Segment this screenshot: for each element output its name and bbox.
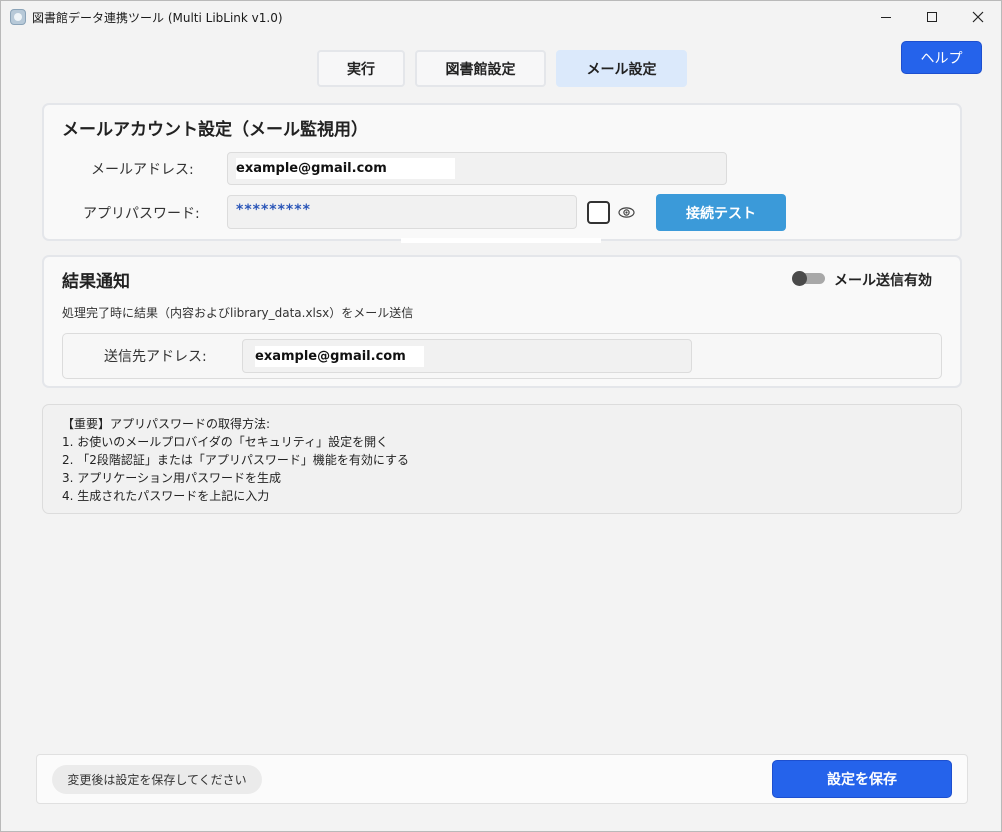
window-title: 図書館データ連携ツール (Multi LibLink v1.0) (32, 11, 283, 25)
tab-mail-settings[interactable]: メール設定 (556, 50, 687, 87)
show-password-checkbox[interactable] (587, 201, 610, 224)
info-line: 2. 「2段階認証」または「アプリパスワード」機能を有効にする (62, 453, 410, 467)
recipient-value: example@gmail.com (255, 345, 424, 367)
save-hint: 変更後は設定を保存してください (52, 765, 262, 794)
email-value: example@gmail.com (236, 158, 455, 179)
recipient-label: 送信先アドレス: (104, 349, 207, 365)
minimize-button[interactable] (863, 1, 909, 33)
app-icon (10, 9, 26, 25)
toggle-knob (792, 271, 807, 286)
info-line: 1. お使いのメールプロバイダの「セキュリティ」設定を開く (62, 435, 389, 449)
minimize-icon (881, 16, 891, 18)
title-bar: 図書館データ連携ツール (Multi LibLink v1.0) (1, 1, 1001, 33)
eye-icon (618, 207, 635, 218)
help-button[interactable]: ヘルプ (901, 41, 982, 74)
email-field[interactable]: example@gmail.com (227, 152, 727, 185)
mail-send-toggle[interactable] (792, 271, 825, 286)
result-notify-title: 結果通知 (62, 272, 130, 292)
mail-send-toggle-label: メール送信有効 (834, 273, 932, 289)
app-window: 図書館データ連携ツール (Multi LibLink v1.0) 実行 図書館設… (0, 0, 1002, 832)
recipient-field[interactable]: example@gmail.com (242, 339, 692, 373)
close-button[interactable] (955, 1, 1001, 33)
info-line: 【重要】アプリパスワードの取得方法: (62, 417, 271, 431)
mail-account-title: メールアカウント設定（メール監視用） (62, 120, 368, 140)
password-field[interactable]: ********* (227, 195, 577, 229)
maximize-icon (927, 12, 937, 22)
close-icon (972, 11, 984, 23)
password-label: アプリパスワード: (83, 206, 200, 222)
panel-divider (401, 238, 601, 243)
info-line: 3. アプリケーション用パスワードを生成 (62, 471, 282, 485)
tab-run[interactable]: 実行 (317, 50, 405, 87)
maximize-button[interactable] (909, 1, 955, 33)
password-value: ********* (236, 202, 311, 218)
tab-library-settings[interactable]: 図書館設定 (415, 50, 546, 87)
email-label: メールアドレス: (91, 162, 194, 178)
connection-test-button[interactable]: 接続テスト (656, 194, 786, 231)
save-settings-button[interactable]: 設定を保存 (772, 760, 952, 798)
notify-description: 処理完了時に結果（内容およびlibrary_data.xlsx）をメール送信 (62, 306, 414, 320)
info-line: 4. 生成されたパスワードを上記に入力 (62, 489, 270, 503)
